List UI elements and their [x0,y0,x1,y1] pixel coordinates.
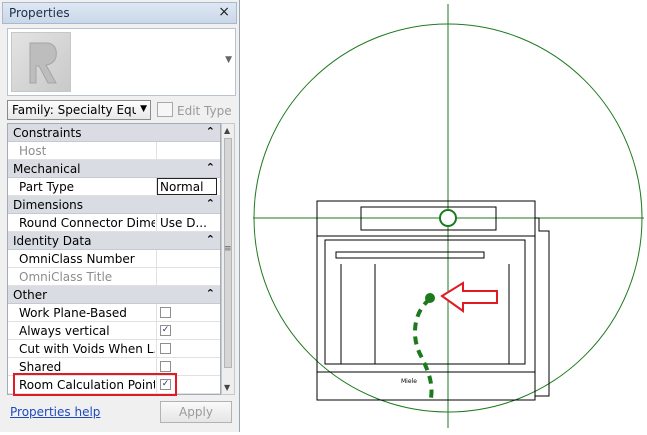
family-thumbnail [11,32,71,92]
property-row[interactable]: Always vertical ✓ [8,322,220,340]
property-name: OmniClass Title [19,270,113,284]
close-icon[interactable]: × [218,4,230,20]
property-row[interactable]: OmniClass Title [8,268,220,286]
chevron-down-icon: ▼ [140,104,147,114]
property-row[interactable]: OmniClass Number [8,250,220,268]
property-row[interactable]: Work Plane-Based [8,304,220,322]
group-label: Dimensions [13,198,84,212]
preview-dropdown-icon[interactable]: ▼ [225,55,232,65]
family-view: Miele [253,4,644,428]
group-label: Mechanical [13,162,81,176]
property-row[interactable]: Cut with Voids When L... [8,340,220,358]
property-row[interactable]: Round Connector Dime... Use D... [8,214,220,232]
edit-type-button[interactable]: Edit Type [157,102,232,118]
type-preview[interactable]: ▼ [7,28,236,96]
panel-title: Properties [9,6,70,20]
collapse-icon[interactable]: ⌃ [206,161,215,174]
properties-scrollbar[interactable]: ▲ ≡ ▼ [221,123,235,395]
group-label: Other [13,288,48,302]
group-mechanical[interactable]: Mechanical ⌃ [8,160,220,178]
property-name: Part Type [19,180,75,194]
group-dimensions[interactable]: Dimensions ⌃ [8,196,220,214]
pointer-arrow-icon [440,281,498,313]
properties-help-link[interactable]: Properties help [10,405,100,419]
room-calculation-point[interactable] [425,293,435,303]
revit-logo-icon [29,42,57,84]
group-identity-data[interactable]: Identity Data ⌃ [8,232,220,250]
property-name: OmniClass Number [19,252,135,266]
cut-with-voids-checkbox[interactable] [160,343,171,354]
collapse-icon[interactable]: ⌃ [206,233,215,246]
property-name: Always vertical [19,324,110,338]
scroll-down-icon[interactable]: ▼ [224,383,230,392]
connector-icon[interactable] [439,209,457,227]
part-type-field[interactable]: Normal [157,178,217,195]
apply-button[interactable]: Apply [160,401,232,423]
type-selector[interactable]: Family: Specialty Equip ▼ [7,100,151,120]
property-name: Cut with Voids When L... [19,342,155,356]
collapse-icon[interactable]: ⌃ [206,125,215,138]
property-name: Work Plane-Based [19,306,127,320]
group-other[interactable]: Other ⌃ [8,286,220,304]
edit-type-label: Edit Type [177,104,232,118]
panel-titlebar[interactable]: Properties × [2,2,237,24]
work-plane-based-checkbox[interactable] [160,307,171,318]
properties-grid: Constraints ⌃ Host Mechanical ⌃ Part Typ… [7,123,221,395]
calculation-path [413,297,434,399]
grip-icon: ≡ [224,244,232,254]
property-name: Shared [19,360,62,374]
always-vertical-checkbox[interactable]: ✓ [160,325,171,336]
shared-checkbox[interactable] [160,361,171,372]
property-value[interactable]: Use D... [160,216,218,230]
edit-type-icon [157,102,173,117]
group-label: Identity Data [13,234,92,248]
property-row[interactable]: Host [8,142,220,160]
group-constraints[interactable]: Constraints ⌃ [8,124,220,142]
drawing-canvas[interactable]: Miele [241,0,647,432]
group-label: Constraints [13,126,82,140]
property-name: Round Connector Dime... [19,216,155,230]
property-name: Host [19,144,47,158]
properties-panel: Properties × ▼ Family: Specialty Equip ▼… [0,0,240,432]
collapse-icon[interactable]: ⌃ [206,197,215,210]
highlight-box [13,373,177,396]
collapse-icon[interactable]: ⌃ [206,287,215,300]
scroll-up-icon[interactable]: ▲ [224,126,230,135]
brand-label: Miele [401,378,417,385]
property-row[interactable]: Part Type Normal [8,178,220,196]
type-selector-value: Family: Specialty Equip [12,103,136,117]
